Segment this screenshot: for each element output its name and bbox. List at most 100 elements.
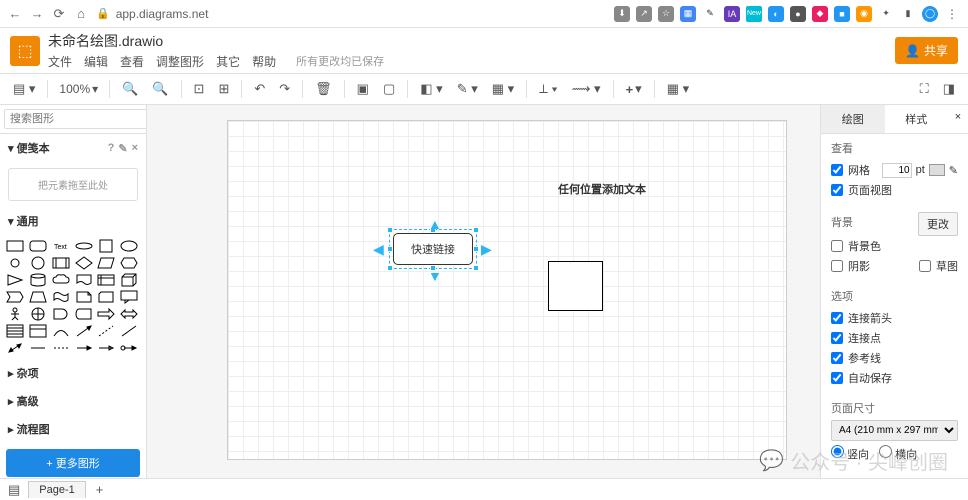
flowchart-header[interactable]: ▸ 流程图 bbox=[0, 415, 146, 443]
shape-cube[interactable] bbox=[120, 273, 138, 287]
table-icon[interactable]: ▦ ▾ bbox=[662, 78, 694, 100]
advanced-header[interactable]: ▸ 高级 bbox=[0, 387, 146, 415]
scratchpad-drop[interactable]: 把元素拖至此处 bbox=[8, 168, 138, 201]
connect-arrow-left-icon[interactable]: ◀ bbox=[373, 241, 384, 258]
guides-checkbox[interactable] bbox=[831, 352, 843, 364]
connpoints-checkbox[interactable] bbox=[831, 332, 843, 344]
redo-icon[interactable]: ↷ bbox=[274, 78, 295, 100]
shape-note[interactable] bbox=[75, 290, 93, 304]
shape-triangle[interactable] bbox=[6, 273, 24, 287]
ext-icon[interactable]: IA bbox=[724, 6, 740, 22]
sketch-checkbox[interactable] bbox=[919, 260, 931, 272]
menu-arrange[interactable]: 调整图形 bbox=[156, 53, 204, 70]
menu-file[interactable]: 文件 bbox=[48, 53, 72, 70]
menu-help[interactable]: 帮助 bbox=[252, 53, 276, 70]
portrait-radio[interactable] bbox=[831, 445, 844, 458]
format-panel-icon[interactable]: ◨ bbox=[938, 78, 960, 100]
ext-icon[interactable]: ◉ bbox=[856, 6, 872, 22]
pageview-checkbox[interactable] bbox=[831, 184, 843, 196]
bgcolor-checkbox[interactable] bbox=[831, 240, 843, 252]
grid-style-icon[interactable]: ✎ bbox=[949, 164, 958, 177]
ext-icon[interactable]: ◆ bbox=[812, 6, 828, 22]
ext-icon[interactable]: ● bbox=[790, 6, 806, 22]
ext-icon[interactable]: ▦ bbox=[680, 6, 696, 22]
browser-menu-icon[interactable]: ⋮ bbox=[944, 7, 960, 21]
shape-list[interactable] bbox=[6, 324, 24, 338]
canvas[interactable]: 任何位置添加文本 ◀ ▶ ▲ ▼ 快速链接 bbox=[147, 105, 820, 478]
shape-connector4[interactable] bbox=[97, 341, 115, 355]
doc-title[interactable]: 未命名绘图.drawio bbox=[48, 31, 384, 51]
forward-icon[interactable]: → bbox=[30, 7, 44, 21]
menu-view[interactable]: 查看 bbox=[120, 53, 144, 70]
extensions-icon[interactable]: ✦ bbox=[878, 6, 894, 22]
shadow-checkbox[interactable] bbox=[831, 260, 843, 272]
add-page-icon[interactable]: + bbox=[90, 482, 110, 497]
shape-line-bi[interactable] bbox=[6, 341, 24, 355]
line-color-icon[interactable]: ✎ ▾ bbox=[452, 78, 483, 100]
shape-rect[interactable] bbox=[6, 239, 24, 253]
grid-color-swatch[interactable] bbox=[929, 164, 945, 176]
menu-edit[interactable]: 编辑 bbox=[84, 53, 108, 70]
share-button[interactable]: 👤 共享 bbox=[895, 37, 958, 64]
shape-connector2[interactable] bbox=[52, 341, 70, 355]
shape-connector5[interactable] bbox=[120, 341, 138, 355]
shape-parallelogram[interactable] bbox=[97, 256, 115, 270]
misc-header[interactable]: ▸ 杂项 bbox=[0, 359, 146, 387]
shape-connector1[interactable] bbox=[29, 341, 47, 355]
ext-icon[interactable]: New bbox=[746, 6, 762, 22]
ext-icon[interactable]: ↗ bbox=[636, 6, 652, 22]
pages-menu-icon[interactable]: ▤ bbox=[4, 482, 24, 498]
zoom-reset-icon[interactable]: ⊞ bbox=[213, 78, 234, 100]
ext-icon[interactable]: ☆ bbox=[658, 6, 674, 22]
zoom-fit-icon[interactable]: ⊡ bbox=[189, 78, 210, 100]
search-input[interactable] bbox=[4, 109, 147, 129]
url-box[interactable]: 🔒 app.diagrams.net bbox=[96, 7, 208, 21]
tab-style[interactable]: 样式 bbox=[885, 105, 949, 133]
undo-icon[interactable]: ↶ bbox=[249, 78, 270, 100]
paper-size-select[interactable]: A4 (210 mm x 297 mm) bbox=[831, 420, 958, 441]
shadow-toggle-icon[interactable]: ▦ ▾ bbox=[487, 78, 519, 100]
general-header[interactable]: ▾ 通用 bbox=[0, 207, 146, 235]
shape-internal[interactable] bbox=[97, 273, 115, 287]
shape-line-arrow[interactable] bbox=[75, 324, 93, 338]
shape-text[interactable]: Text bbox=[52, 239, 70, 253]
help-icon[interactable]: ? bbox=[108, 142, 115, 155]
shape-process[interactable] bbox=[52, 256, 70, 270]
back-icon[interactable]: ← bbox=[8, 7, 22, 21]
zoom-select[interactable]: 100% ▾ bbox=[55, 80, 102, 98]
shape-actor[interactable] bbox=[6, 307, 24, 321]
shape-curve[interactable] bbox=[52, 324, 70, 338]
shape-and[interactable] bbox=[52, 307, 70, 321]
shape-step[interactable] bbox=[6, 290, 24, 304]
shape-list2[interactable] bbox=[29, 324, 47, 338]
close-panel-icon[interactable]: × bbox=[948, 105, 968, 133]
ext-icon[interactable]: ✎ bbox=[702, 6, 718, 22]
grid-size-input[interactable] bbox=[882, 163, 912, 178]
shape-line-dash[interactable] bbox=[97, 324, 115, 338]
autosave-checkbox[interactable] bbox=[831, 372, 843, 384]
app-logo[interactable]: ⬚ bbox=[10, 36, 40, 66]
shape-line[interactable] bbox=[120, 324, 138, 338]
shape-arrow-r[interactable] bbox=[97, 307, 115, 321]
reload-icon[interactable]: ⟳ bbox=[52, 7, 66, 21]
sidebar-toggle-icon[interactable]: ▤ ▾ bbox=[8, 78, 40, 100]
ext-icon[interactable]: ◐ bbox=[768, 6, 784, 22]
connarrows-checkbox[interactable] bbox=[831, 312, 843, 324]
shape-or[interactable] bbox=[29, 307, 47, 321]
shape-card[interactable] bbox=[97, 290, 115, 304]
shape-trapezoid[interactable] bbox=[29, 290, 47, 304]
delete-icon[interactable]: 🗑 bbox=[310, 78, 337, 100]
shape-ellipse-wide[interactable] bbox=[75, 239, 93, 253]
shape-circle-sm[interactable] bbox=[6, 256, 24, 270]
shape-square[interactable] bbox=[97, 239, 115, 253]
close-icon[interactable]: × bbox=[132, 142, 138, 155]
more-shapes-button[interactable]: + 更多图形 bbox=[6, 449, 140, 477]
shape-cloud[interactable] bbox=[52, 273, 70, 287]
shape-document[interactable] bbox=[75, 273, 93, 287]
waypoints-icon[interactable]: ⟿ ▾ bbox=[567, 78, 606, 100]
paper[interactable]: 任何位置添加文本 ◀ ▶ ▲ ▼ 快速链接 bbox=[227, 120, 787, 460]
selected-shape[interactable]: 快速链接 bbox=[393, 233, 473, 265]
home-icon[interactable]: ⌂ bbox=[74, 7, 88, 21]
insert-icon[interactable]: + ▾ bbox=[621, 78, 647, 100]
change-button[interactable]: 更改 bbox=[918, 212, 958, 236]
